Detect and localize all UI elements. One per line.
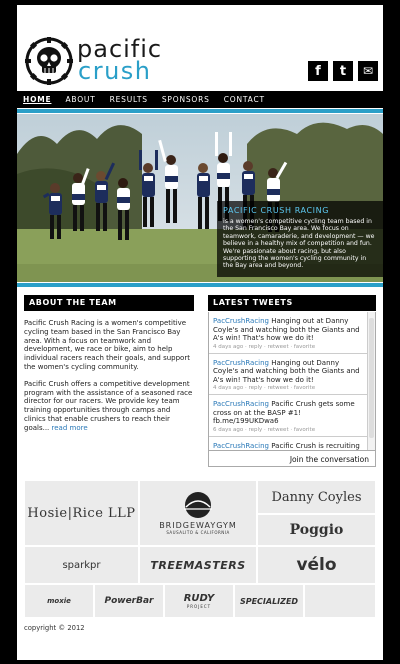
about-paragraph-2: Pacific Crush offers a competitive devel… <box>24 380 194 433</box>
nav-sponsors[interactable]: SPONSORS <box>162 95 210 104</box>
tweet-item: PacCrushRacing Pacific Crush is recruiti… <box>209 437 367 451</box>
skull-logo-icon[interactable] <box>25 37 73 85</box>
bridgeway-subtitle: SAUSALITO & CALIFORNIA <box>166 530 230 535</box>
main-nav: HOME ABOUT RESULTS SPONSORS CONTACT <box>17 91 383 108</box>
site-header: pacific crush f t ✉ <box>17 5 383 91</box>
hero-caption-text: is a women's competitive cycling team ba… <box>223 218 375 270</box>
sponsor-powerbar[interactable]: PowerBar <box>94 584 164 618</box>
about-body: Pacific Crush Racing is a women's compet… <box>24 319 194 441</box>
tweet-item: PacCrushRacing Pacific Crush gets some c… <box>209 395 367 437</box>
accent-divider <box>17 109 383 113</box>
read-more-link[interactable]: read more <box>52 424 88 432</box>
tweet-user-link[interactable]: PacCrushRacing <box>213 400 269 408</box>
about-paragraph-1: Pacific Crush Racing is a women's compet… <box>24 319 190 371</box>
hero-caption: PACIFIC CRUSH RACING is a women's compet… <box>217 201 383 277</box>
nav-contact[interactable]: CONTACT <box>224 95 265 104</box>
tweets-heading: LATEST TWEETS <box>208 295 376 311</box>
sponsor-empty-slot <box>304 584 376 618</box>
sponsor-sparkpr[interactable]: sparkpr <box>24 546 139 584</box>
sponsor-grid: Hosie|Rice LLP BRIDGEWAYGYM SAUSALITO & … <box>24 480 376 620</box>
bridgeway-name: BRIDGEWAYGYM <box>159 521 237 530</box>
accent-divider <box>17 283 383 287</box>
join-conversation-link[interactable]: Join the conversation <box>209 450 375 466</box>
nav-about[interactable]: ABOUT <box>65 95 95 104</box>
tweet-text: Pacific Crush is recruiting <box>271 441 360 450</box>
tweet-meta[interactable]: 6 days ago · reply · retweet · favorite <box>213 427 363 433</box>
tweet-user-link[interactable]: PacCrushRacing <box>213 359 269 367</box>
tweet-user-link[interactable]: PacCrushRacing <box>213 442 269 450</box>
about-heading: ABOUT THE TEAM <box>24 295 194 311</box>
facebook-icon[interactable]: f <box>308 61 328 81</box>
about-paragraph-2-text: Pacific Crush offers a competitive devel… <box>24 379 193 432</box>
rudy-name: RUDY <box>183 593 215 604</box>
tweets-scrollbar[interactable] <box>367 312 375 450</box>
page: pacific crush f t ✉ HOME ABOUT RESULTS S… <box>17 5 383 660</box>
bridgeway-logo-icon <box>184 492 212 518</box>
email-icon[interactable]: ✉ <box>358 61 378 81</box>
tweets-list[interactable]: PacCrushRacing Hanging out at Danny Coyl… <box>209 312 367 450</box>
sponsor-bridgeway-gym[interactable]: BRIDGEWAYGYM SAUSALITO & CALIFORNIA <box>139 480 257 546</box>
tweet-item: PacCrushRacing Hanging out Danny Coyle's… <box>209 354 367 395</box>
rudy-subtitle: PROJECT <box>186 604 212 609</box>
sponsor-treemasters[interactable]: TREEMASTERS <box>139 546 257 584</box>
sponsor-rudy-project[interactable]: RUDY PROJECT <box>164 584 234 618</box>
tweet-user-link[interactable]: PacCrushRacing <box>213 317 269 325</box>
sponsor-hosie-rice[interactable]: Hosie|Rice LLP <box>24 480 139 546</box>
sponsor-velo[interactable]: vélo <box>257 546 376 584</box>
sponsor-poggio[interactable]: Poggio <box>257 514 376 546</box>
tweet-meta[interactable]: 4 days ago · reply · retweet · favorite <box>213 385 363 391</box>
brand-name-line2[interactable]: crush <box>78 57 152 85</box>
nav-results[interactable]: RESULTS <box>110 95 148 104</box>
hero-caption-title: PACIFIC CRUSH RACING <box>223 206 330 215</box>
sponsor-moxie[interactable]: moxie <box>24 584 94 618</box>
tweet-item: PacCrushRacing Hanging out at Danny Coyl… <box>209 312 367 354</box>
scrollbar-thumb[interactable] <box>369 318 374 438</box>
twitter-icon[interactable]: t <box>333 61 353 81</box>
sponsor-specialized[interactable]: SPECIALIZED <box>234 584 304 618</box>
tweets-widget: PacCrushRacing Hanging out at Danny Coyl… <box>208 312 376 467</box>
sponsor-danny-coyles[interactable]: Danny Coyles <box>257 480 376 514</box>
nav-home[interactable]: HOME <box>23 95 51 104</box>
tweet-meta[interactable]: 4 days ago · reply · retweet · favorite <box>213 344 363 350</box>
copyright: copyright © 2012 <box>24 624 85 632</box>
